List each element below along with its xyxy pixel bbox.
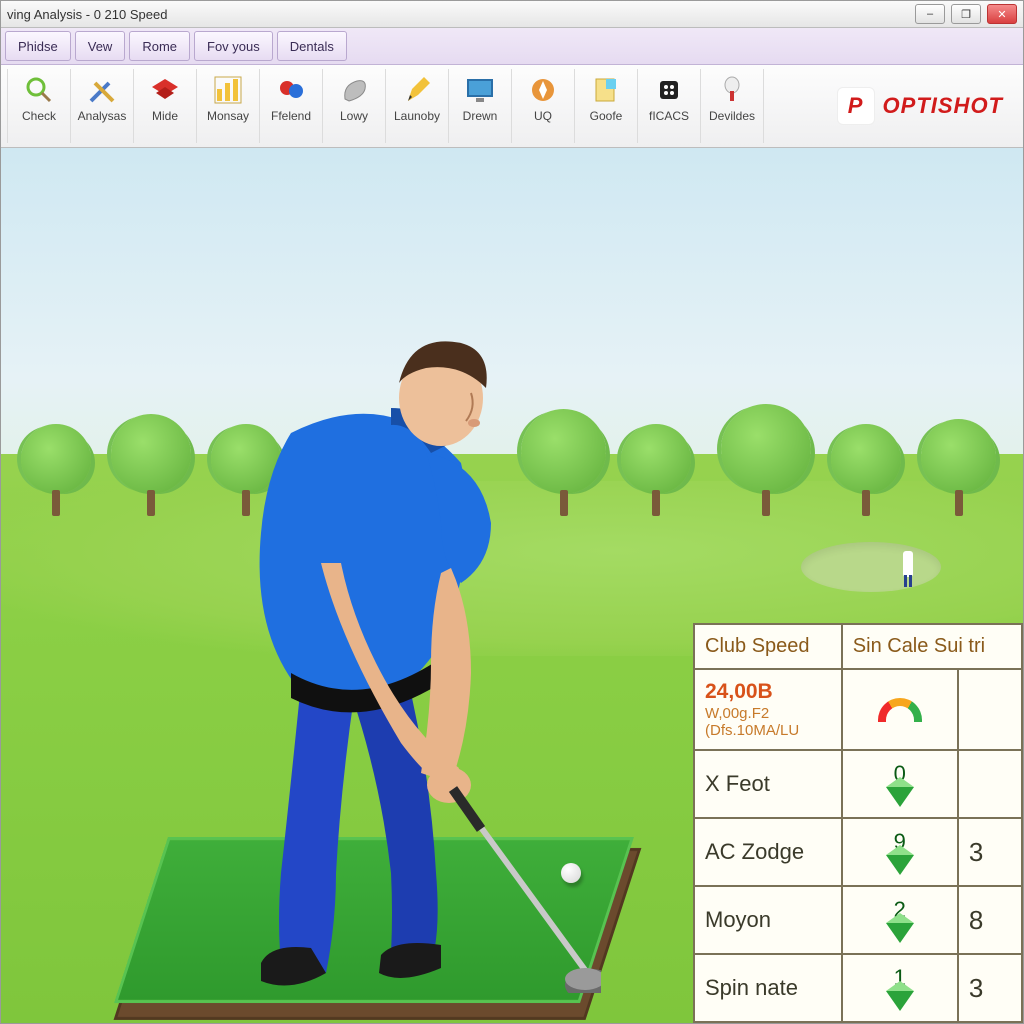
stats-row-indicator: 9 (842, 818, 958, 886)
note-icon (589, 73, 623, 107)
down-triangle-icon (886, 787, 914, 807)
menu-vew[interactable]: Vew (75, 31, 126, 61)
chart-icon (211, 73, 245, 107)
club-speed-readout: 24,00B W,00g.F2 (Dfs.10MA/LU (694, 669, 842, 750)
menu-rome[interactable]: Rome (129, 31, 190, 61)
red-flag-icon (148, 73, 182, 107)
tool-devildes[interactable]: Devildes (701, 69, 764, 143)
tool-uq[interactable]: UQ (512, 69, 575, 143)
stats-header-secondary: Sin Cale Sui tri (842, 624, 1022, 669)
tool-label: Analysas (78, 109, 127, 123)
tool-label: Drewn (463, 109, 498, 123)
tool-lowy[interactable]: Lowy (323, 69, 386, 143)
menu-label: Phidse (18, 39, 58, 54)
tool-label: UQ (534, 109, 552, 123)
down-triangle-icon (886, 855, 914, 875)
stats-row-value (958, 750, 1022, 818)
stats-row: Moyon 2 8 (694, 886, 1022, 954)
tool-drewn[interactable]: Drewn (449, 69, 512, 143)
stats-row-indicator: 2 (842, 886, 958, 954)
tools-icon (85, 73, 119, 107)
tool-label: Launoby (394, 109, 440, 123)
menu-fovyous[interactable]: Fov yous (194, 31, 273, 61)
tool-label: Ffelend (271, 109, 311, 123)
stats-row-indicator: 0 (842, 750, 958, 818)
tool-analysas[interactable]: Analysas (71, 69, 134, 143)
club-icon (337, 73, 371, 107)
brand-logo-icon: P (837, 87, 875, 125)
pin-icon (715, 73, 749, 107)
tool-check[interactable]: Check (7, 69, 71, 143)
tool-label: Devildes (709, 109, 755, 123)
tool-label: Check (22, 109, 56, 123)
brand-name: OPTISHOT (883, 93, 1003, 119)
close-button[interactable]: ✕ (987, 4, 1017, 24)
monitor-icon (463, 73, 497, 107)
club-speed-line2: W,00g.F2 (705, 705, 831, 722)
tool-mide[interactable]: Mide (134, 69, 197, 143)
magnifier-icon (22, 73, 56, 107)
window-title: ving Analysis - 0 210 Speed (7, 7, 915, 22)
club-speed-line1: 24,00B (705, 680, 773, 703)
menu-phidse[interactable]: Phidse (5, 31, 71, 61)
stats-row-indicator: 1 (842, 954, 958, 1022)
window-controls: – ❐ ✕ (915, 4, 1017, 24)
down-triangle-icon (886, 991, 914, 1011)
stats-row: AC Zodge 9 3 (694, 818, 1022, 886)
down-triangle-icon (886, 923, 914, 943)
gauge-icon (878, 698, 922, 722)
menu-dentals[interactable]: Dentals (277, 31, 347, 61)
tool-label: fICACS (649, 109, 689, 123)
tool-label: Lowy (340, 109, 368, 123)
tool-label: Goofe (590, 109, 623, 123)
stats-row: X Feot 0 (694, 750, 1022, 818)
menu-label: Fov yous (207, 39, 260, 54)
pencil-icon (400, 73, 434, 107)
toolbar: Check Analysas Mide Monsay Ffelend Lowy … (1, 65, 1023, 148)
golfer-figure (141, 313, 601, 993)
stats-row-label: X Feot (694, 750, 842, 818)
tool-launoby[interactable]: Launoby (386, 69, 449, 143)
tool-label: Mide (152, 109, 178, 123)
stats-row-value: 3 (958, 818, 1022, 886)
simulation-view[interactable]: Club Speed Sin Cale Sui tri 24,00B W,00g… (1, 148, 1023, 1023)
distant-player-icon (903, 551, 913, 577)
menu-label: Rome (142, 39, 177, 54)
titlebar: ving Analysis - 0 210 Speed – ❐ ✕ (1, 1, 1023, 28)
palette-icon (274, 73, 308, 107)
chip-icon (652, 73, 686, 107)
stats-row-value: 8 (958, 886, 1022, 954)
brand: P OPTISHOT (823, 69, 1017, 143)
stats-row: Spin nate 1 3 (694, 954, 1022, 1022)
maximize-button[interactable]: ❐ (951, 4, 981, 24)
minimize-button[interactable]: – (915, 4, 945, 24)
club-speed-line3: (Dfs.10MA/LU (705, 722, 831, 739)
stats-row-label: AC Zodge (694, 818, 842, 886)
app-window: ving Analysis - 0 210 Speed – ❐ ✕ Phidse… (0, 0, 1024, 1024)
tool-monsay[interactable]: Monsay (197, 69, 260, 143)
gauge-value (958, 669, 1022, 750)
compass-icon (526, 73, 560, 107)
stats-row-label: Moyon (694, 886, 842, 954)
tool-ffelend[interactable]: Ffelend (260, 69, 323, 143)
tool-goofe[interactable]: Goofe (575, 69, 638, 143)
menu-label: Vew (88, 39, 113, 54)
stats-table: Club Speed Sin Cale Sui tri 24,00B W,00g… (693, 623, 1023, 1023)
green (801, 542, 941, 592)
stats-row-label: Spin nate (694, 954, 842, 1022)
menu-label: Dentals (290, 39, 334, 54)
tool-label: Monsay (207, 109, 249, 123)
stats-header-club-speed: Club Speed (694, 624, 842, 669)
menubar: Phidse Vew Rome Fov yous Dentals (1, 28, 1023, 65)
stats-panel: Club Speed Sin Cale Sui tri 24,00B W,00g… (693, 623, 1023, 1023)
gauge-cell (842, 669, 958, 750)
stats-row-value: 3 (958, 954, 1022, 1022)
tool-ficacs[interactable]: fICACS (638, 69, 701, 143)
